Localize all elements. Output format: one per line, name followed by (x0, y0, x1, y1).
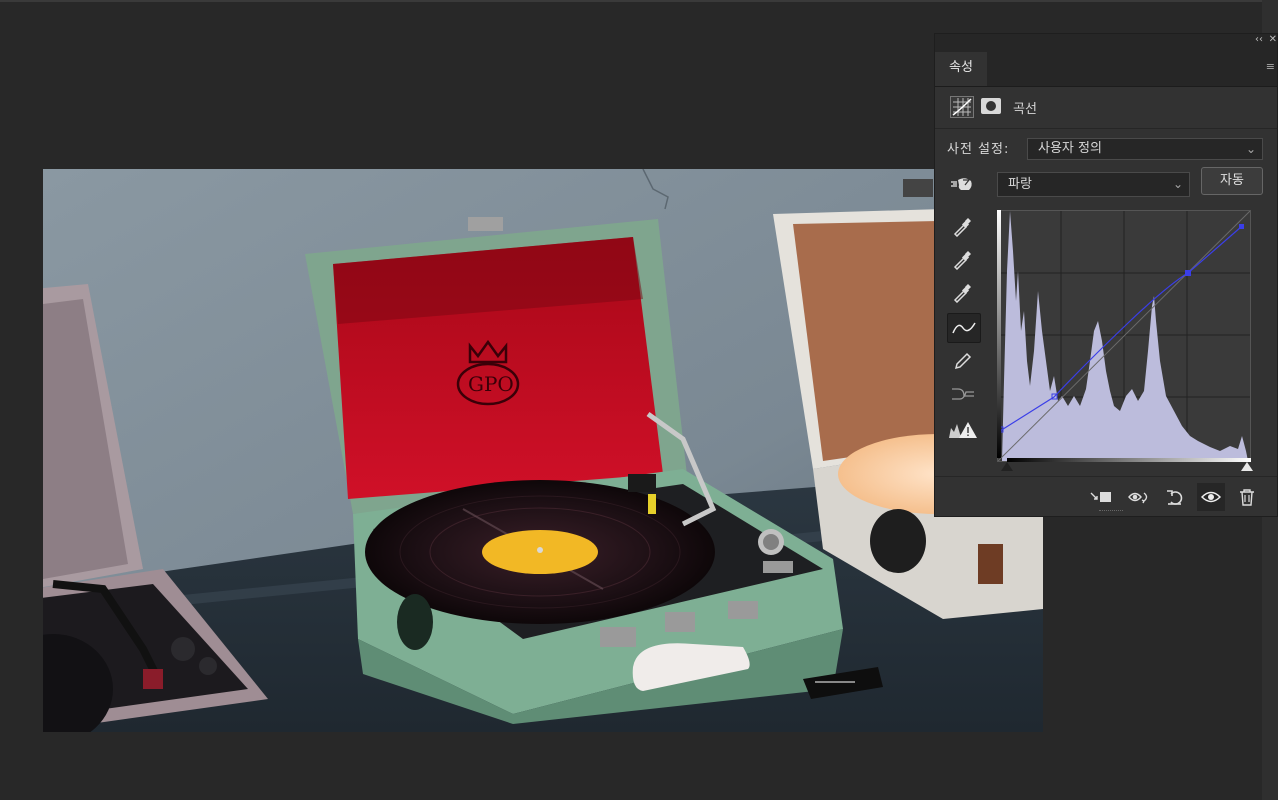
chevron-down-icon: ⌄ (1245, 142, 1256, 156)
top-divider (0, 0, 1278, 2)
targeted-adjustment-hand-icon[interactable] (949, 174, 975, 194)
histogram-blue (1002, 211, 1248, 461)
reset-icon[interactable] (1161, 483, 1189, 511)
layer-mask-icon[interactable] (981, 98, 1001, 114)
clip-to-layer-icon[interactable] (1087, 483, 1115, 511)
svg-text:GPO: GPO (468, 372, 514, 396)
close-panel-icon[interactable]: ✕ (1269, 34, 1277, 45)
curves-graph[interactable] (997, 210, 1251, 462)
visibility-eye-icon[interactable] (1197, 483, 1225, 511)
panel-title-bar[interactable]: ‹‹ ✕ (935, 34, 1277, 48)
panel-menu-icon[interactable]: ≡ (1266, 60, 1275, 73)
preset-label: 사전 설정: (947, 142, 1010, 157)
pencil-icon[interactable] (947, 347, 979, 375)
smooth-curve-icon[interactable] (947, 380, 979, 408)
trash-icon[interactable] (1233, 483, 1261, 511)
input-gradient-bar (1007, 458, 1251, 462)
curves-histogram-svg (997, 210, 1251, 462)
curves-adjustment-icon[interactable] (950, 96, 974, 118)
adjustment-title: 곡선 (1013, 102, 1037, 117)
preset-dropdown[interactable]: 사용자 정의 ⌄ (1027, 138, 1263, 160)
curve-point (1239, 224, 1244, 229)
clipping-warning-icon[interactable] (947, 416, 979, 444)
sample-highlights-eyedropper-icon[interactable] (947, 278, 979, 306)
properties-panel: ‹‹ ✕ 속성 ≡ 곡선 사전 설정: 사용자 정의 ⌄ 파랑 ⌄ 자동 (934, 33, 1278, 517)
channel-value: 파랑 (1008, 177, 1032, 192)
panel-tab-row: 속성 ≡ (935, 48, 1277, 87)
sample-shadows-eyedropper-icon[interactable] (947, 212, 979, 240)
channel-dropdown[interactable]: 파랑 ⌄ (997, 172, 1190, 197)
collapse-panel-icon[interactable]: ‹‹ (1255, 34, 1263, 45)
output-gradient-bar (997, 210, 1001, 458)
auto-button[interactable]: 자동 (1201, 167, 1263, 195)
turntable-photo: GPO (43, 169, 1043, 732)
adjustment-header: 곡선 (935, 86, 1277, 129)
sample-midtones-eyedropper-icon[interactable] (947, 245, 979, 273)
document-canvas-photo[interactable]: GPO (43, 169, 1043, 732)
curve-point-selected (1185, 270, 1191, 276)
view-previous-state-icon[interactable] (1125, 483, 1153, 511)
black-point-slider[interactable] (1001, 462, 1013, 471)
edit-points-curve-icon[interactable] (947, 313, 981, 343)
chevron-down-icon: ⌄ (1172, 177, 1183, 191)
tab-properties[interactable]: 속성 (935, 52, 987, 86)
preset-value: 사용자 정의 (1038, 141, 1102, 156)
white-point-slider[interactable] (1241, 462, 1253, 471)
panel-resize-grip[interactable] (1099, 510, 1123, 514)
